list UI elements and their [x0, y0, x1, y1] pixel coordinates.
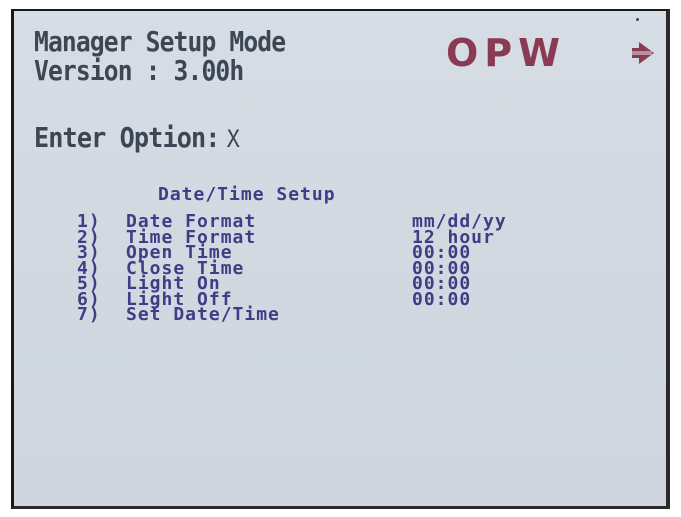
header-mode-title: Manager Setup Mode	[34, 25, 286, 58]
device-bezel: Manager Setup Mode Version : 3.00h OPW E…	[0, 0, 681, 517]
option-value: 00:00	[412, 288, 472, 310]
header-version: Version : 3.00h	[34, 54, 244, 87]
menu-option-set-date-time[interactable]: 7) Set Date/Time	[70, 304, 610, 325]
logo-text: OPW	[446, 31, 567, 75]
option-input-cursor[interactable]: X	[227, 124, 240, 154]
options-list: 1) Date Format mm/dd/yy 2) Time Format 1…	[70, 213, 610, 325]
screen-speck	[636, 18, 639, 21]
menu-title: Date/Time Setup	[158, 184, 336, 205]
lcd-screen: Manager Setup Mode Version : 3.00h OPW E…	[11, 9, 670, 509]
arrow-logo-icon	[632, 42, 654, 64]
option-prompt-label: Enter Option:	[34, 121, 220, 154]
opw-logo: OPW	[446, 33, 661, 73]
option-label: Set Date/Time	[126, 304, 280, 325]
option-number: 7)	[77, 304, 101, 325]
header: Manager Setup Mode Version : 3.00h	[34, 25, 286, 87]
option-prompt: Enter Option: X	[34, 121, 240, 154]
